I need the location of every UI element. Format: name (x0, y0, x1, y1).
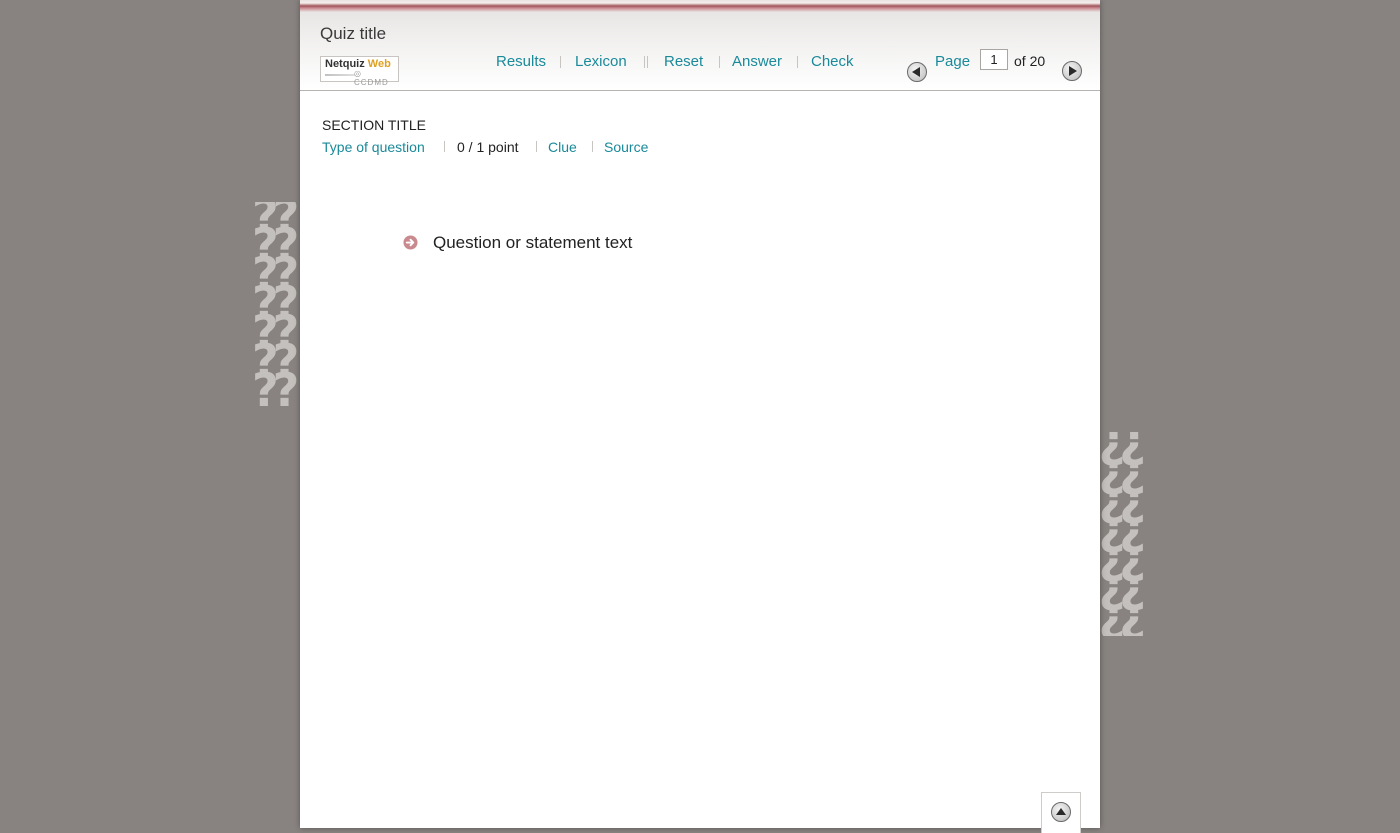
next-page-icon (1069, 66, 1077, 76)
check-link[interactable]: Check (811, 53, 854, 70)
toolbar-separator (647, 56, 648, 68)
prev-page-icon (912, 67, 920, 77)
page-label: Page (935, 53, 971, 70)
points-display: 0 / 1 point (457, 139, 519, 155)
logo-sub-text: CCDMD (354, 78, 389, 87)
quiz-page: Quiz title Netquiz Web ◎ CCDMD Results L… (300, 0, 1100, 833)
arrow-right-circle-icon (403, 235, 418, 250)
lexicon-link[interactable]: Lexicon (575, 53, 627, 70)
netquiz-logo: Netquiz Web ◎ CCDMD (320, 56, 399, 87)
toolbar-separator (719, 56, 720, 68)
logo-bar (325, 74, 355, 76)
meta-separator (592, 141, 593, 152)
next-page-button[interactable] (1062, 61, 1082, 81)
results-link[interactable]: Results (496, 53, 546, 70)
quiz-title: Quiz title (320, 24, 387, 43)
meta-separator (536, 141, 537, 152)
toolbar-separator (560, 56, 561, 68)
reset-link[interactable]: Reset (664, 53, 703, 70)
clue-link[interactable]: Clue (548, 139, 577, 155)
toolbar-separator (797, 56, 798, 68)
scroll-top-circle (1051, 802, 1071, 822)
meta-separator (444, 141, 445, 152)
scroll-top-button[interactable] (1041, 792, 1081, 833)
type-of-question-link[interactable]: Type of question (322, 139, 425, 155)
section-title: SECTION TITLE (322, 117, 426, 133)
page-number-input[interactable] (980, 49, 1008, 70)
page-total: of 20 (1014, 53, 1046, 69)
question-marks-decoration-left: ?? ?? ?? ?? ?? ?? ?? (252, 202, 299, 406)
prev-page-button[interactable] (907, 62, 927, 82)
source-link[interactable]: Source (604, 139, 648, 155)
scroll-top-icon (1056, 808, 1066, 815)
question-text: Question or statement text (433, 233, 633, 252)
answer-link[interactable]: Answer (732, 53, 782, 70)
logo-sub: ◎ CCDMD (354, 69, 389, 87)
toolbar-separator (644, 56, 645, 68)
question-marks-decoration-right: ?? ?? ?? ?? ?? ?? ?? (1104, 432, 1146, 636)
top-stripe (300, 0, 1100, 12)
